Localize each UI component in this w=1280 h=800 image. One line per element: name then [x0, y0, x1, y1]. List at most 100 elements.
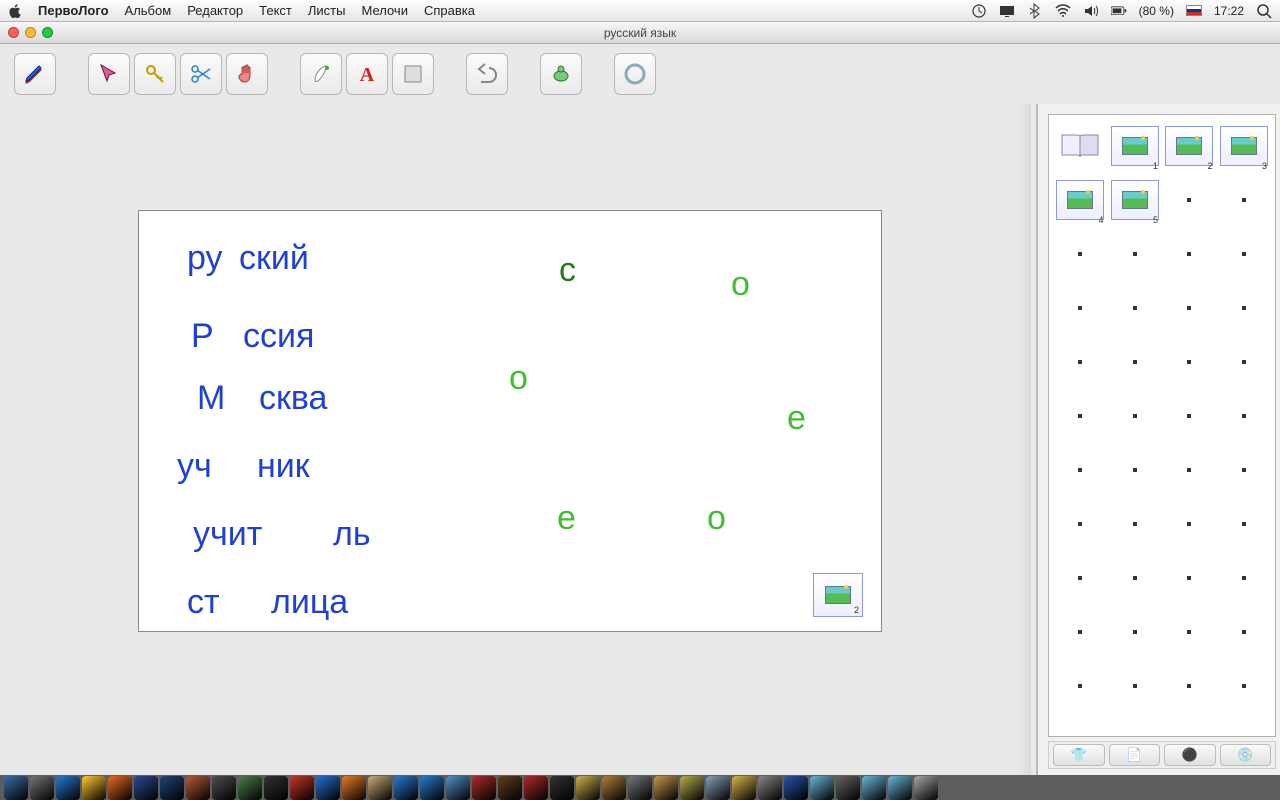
page-cell-11[interactable]: [1217, 227, 1272, 281]
wifi-icon[interactable]: [1055, 4, 1071, 18]
page-cell-35[interactable]: [1217, 551, 1272, 605]
dock-app-15[interactable]: [394, 776, 418, 800]
dock-app-14[interactable]: [368, 776, 392, 800]
page-cell-42[interactable]: [1162, 659, 1217, 713]
dock-app-7[interactable]: [186, 776, 210, 800]
bluetooth-icon[interactable]: [1027, 4, 1043, 18]
word-part2-5[interactable]: лица: [271, 583, 348, 622]
page-cell-24[interactable]: [1053, 443, 1108, 497]
page-cell-38[interactable]: [1162, 605, 1217, 659]
timemachine-icon[interactable]: [971, 4, 987, 18]
dock-app-34[interactable]: [888, 776, 912, 800]
menu-help[interactable]: Справка: [424, 3, 475, 18]
page-cell-15[interactable]: [1217, 281, 1272, 335]
turtle-tool[interactable]: [540, 53, 582, 95]
page-cell-25[interactable]: [1108, 443, 1163, 497]
page-cell-2[interactable]: 2: [1162, 119, 1217, 173]
side-btn-2[interactable]: 📄: [1109, 744, 1161, 766]
page-cell-22[interactable]: [1162, 389, 1217, 443]
page-cell-43[interactable]: [1217, 659, 1272, 713]
word-part1-5[interactable]: ст: [187, 583, 220, 622]
menu-editor[interactable]: Редактор: [187, 3, 243, 18]
hand-tool[interactable]: [226, 53, 268, 95]
dock-app-19[interactable]: [498, 776, 522, 800]
dock-app-3[interactable]: [82, 776, 106, 800]
close-button[interactable]: [8, 27, 19, 38]
dock-app-5[interactable]: [134, 776, 158, 800]
dock-app-9[interactable]: [238, 776, 262, 800]
page-cell-29[interactable]: [1108, 497, 1163, 551]
canvas[interactable]: 2 рускийРссияМскваучникучитльстлицасооее…: [138, 210, 882, 632]
word-part1-1[interactable]: Р: [191, 317, 214, 356]
page-cell-1[interactable]: 1: [1108, 119, 1163, 173]
side-btn-1[interactable]: 👕: [1053, 744, 1105, 766]
menu-text[interactable]: Текст: [259, 3, 292, 18]
word-part2-1[interactable]: ссия: [243, 317, 314, 356]
page-cell-30[interactable]: [1162, 497, 1217, 551]
page-cell-10[interactable]: [1162, 227, 1217, 281]
letter-green-4[interactable]: о: [707, 499, 726, 538]
paint-tool[interactable]: [300, 53, 342, 95]
letter-green-2[interactable]: е: [787, 399, 806, 438]
page-cell-12[interactable]: [1053, 281, 1108, 335]
word-part2-2[interactable]: сква: [259, 379, 327, 418]
dock-app-16[interactable]: [420, 776, 444, 800]
dock-app-4[interactable]: [108, 776, 132, 800]
dock-app-11[interactable]: [290, 776, 314, 800]
dock-app-23[interactable]: [602, 776, 626, 800]
menu-misc[interactable]: Мелочи: [361, 3, 407, 18]
dock-app-35[interactable]: [914, 776, 938, 800]
page-cell-32[interactable]: [1053, 551, 1108, 605]
apple-icon[interactable]: [8, 4, 22, 18]
page-cell-16[interactable]: [1053, 335, 1108, 389]
page-cell-8[interactable]: [1053, 227, 1108, 281]
page-cell-18[interactable]: [1162, 335, 1217, 389]
dock-app-31[interactable]: [810, 776, 834, 800]
zoom-button[interactable]: [42, 27, 53, 38]
dock-app-30[interactable]: [784, 776, 808, 800]
page-cell-28[interactable]: [1053, 497, 1108, 551]
text-tool[interactable]: A: [346, 53, 388, 95]
dock-app-29[interactable]: [758, 776, 782, 800]
dock-app-33[interactable]: [862, 776, 886, 800]
menu-sheets[interactable]: Листы: [308, 3, 346, 18]
page-cell-4[interactable]: 4: [1053, 173, 1108, 227]
dock-app-27[interactable]: [706, 776, 730, 800]
dock-app-12[interactable]: [316, 776, 340, 800]
minimize-button[interactable]: [25, 27, 36, 38]
page-cell-23[interactable]: [1217, 389, 1272, 443]
pencils-tool[interactable]: [14, 53, 56, 95]
spotlight-icon[interactable]: [1256, 4, 1272, 18]
dock-app-20[interactable]: [524, 776, 548, 800]
page-link-thumb[interactable]: 2: [813, 573, 863, 617]
page-cell-13[interactable]: [1108, 281, 1163, 335]
dock-app-6[interactable]: [160, 776, 184, 800]
volume-icon[interactable]: [1083, 4, 1099, 18]
letter-green-1[interactable]: о: [509, 359, 528, 398]
page-cell-33[interactable]: [1108, 551, 1163, 605]
page-cell-14[interactable]: [1162, 281, 1217, 335]
display-icon[interactable]: [999, 4, 1015, 18]
dock-app-28[interactable]: [732, 776, 756, 800]
dock-app-26[interactable]: [680, 776, 704, 800]
page-cell-21[interactable]: [1108, 389, 1163, 443]
dock-app-22[interactable]: [576, 776, 600, 800]
page-cell-31[interactable]: [1217, 497, 1272, 551]
dock-app-21[interactable]: [550, 776, 574, 800]
page-cell-6[interactable]: [1162, 173, 1217, 227]
dock-app-25[interactable]: [654, 776, 678, 800]
word-part2-4[interactable]: ль: [333, 515, 371, 554]
word-part1-2[interactable]: М: [197, 379, 225, 418]
arrow-tool[interactable]: [88, 53, 130, 95]
dock-app-2[interactable]: [56, 776, 80, 800]
page-cell-7[interactable]: [1217, 173, 1272, 227]
menu-album[interactable]: Альбом: [125, 3, 172, 18]
word-part2-0[interactable]: ский: [239, 239, 309, 278]
record-tool[interactable]: [614, 53, 656, 95]
flag-icon[interactable]: [1186, 5, 1202, 16]
page-cell-9[interactable]: [1108, 227, 1163, 281]
page-cell-27[interactable]: [1217, 443, 1272, 497]
side-btn-4[interactable]: 💿: [1220, 744, 1272, 766]
page-cell-5[interactable]: 5: [1108, 173, 1163, 227]
app-name[interactable]: ПервоЛого: [38, 3, 109, 18]
